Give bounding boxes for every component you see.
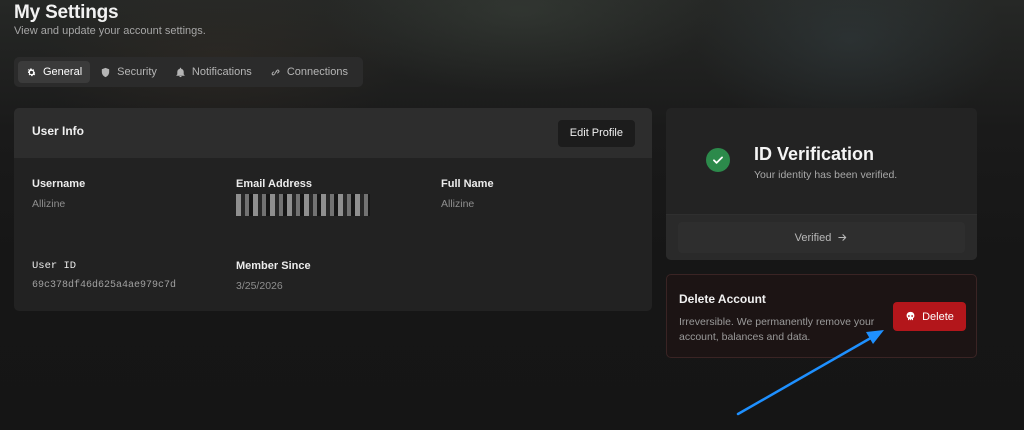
gear-icon <box>27 68 36 76</box>
email-label: Email Address <box>236 178 313 190</box>
delete-account-card: Delete Account Irreversible. We permanen… <box>666 274 977 358</box>
skull-icon <box>906 311 915 321</box>
user-id-field: User ID 69c378df46d625a4ae979c7d <box>32 260 176 291</box>
user-info-title: User Info <box>32 124 85 138</box>
member-since-label: Member Since <box>236 260 311 272</box>
delete-button-label: Delete <box>922 310 954 323</box>
tab-connections[interactable]: Connections <box>262 61 356 83</box>
tab-notifications[interactable]: Notifications <box>167 61 260 83</box>
tab-security[interactable]: Security <box>92 61 165 83</box>
tab-security-label: Security <box>117 66 157 78</box>
user-info-card: User Info Edit Profile Username Allizine… <box>14 108 652 311</box>
full-name-value: Allizine <box>441 198 475 210</box>
edit-profile-button[interactable]: Edit Profile <box>557 119 635 147</box>
shield-icon <box>101 67 110 77</box>
verification-description: Your identity has been verified. <box>754 169 898 181</box>
link-icon <box>271 69 280 75</box>
tab-notifications-label: Notifications <box>191 66 252 78</box>
verification-summary: ID Verification Your identity has been v… <box>666 108 977 214</box>
tab-connections-label: Connections <box>286 66 348 78</box>
username-label: Username <box>32 178 86 190</box>
email-value-redacted <box>236 194 370 216</box>
verified-status-button[interactable]: Verified <box>678 222 965 253</box>
bell-icon <box>176 67 185 77</box>
check-circle-icon <box>706 148 730 172</box>
username-value: Allizine <box>32 198 66 210</box>
delete-account-title: Delete Account <box>679 292 766 306</box>
id-verification-card: ID Verification Your identity has been v… <box>666 108 977 260</box>
user-id-value: 69c378df46d625a4ae979c7d <box>32 280 177 291</box>
arrow-right-icon <box>838 234 847 241</box>
member-since-value: 3/25/2026 <box>236 280 283 292</box>
verification-title: ID Verification <box>754 144 875 164</box>
settings-tabs: General Security Notifications Connectio… <box>14 57 363 87</box>
tab-general-label: General <box>43 66 83 78</box>
page-title: My Settings <box>14 2 119 23</box>
verified-status-label: Verified <box>794 231 832 244</box>
user-info-header: User Info Edit Profile <box>14 108 652 158</box>
tab-general[interactable]: General <box>18 61 91 83</box>
user-id-label: User ID <box>32 260 77 272</box>
member-since-field: Member Since 3/25/2026 <box>236 260 311 292</box>
email-field: Email Address <box>236 178 370 216</box>
page-subtitle: View and update your account settings. <box>14 25 206 37</box>
delete-account-button[interactable]: Delete <box>893 302 966 331</box>
full-name-field: Full Name Allizine <box>441 178 494 210</box>
username-field: Username Allizine <box>32 178 85 210</box>
full-name-label: Full Name <box>441 178 494 190</box>
verification-footer: Verified <box>666 214 977 260</box>
delete-account-description: Irreversible. We permanently remove your… <box>679 316 875 343</box>
